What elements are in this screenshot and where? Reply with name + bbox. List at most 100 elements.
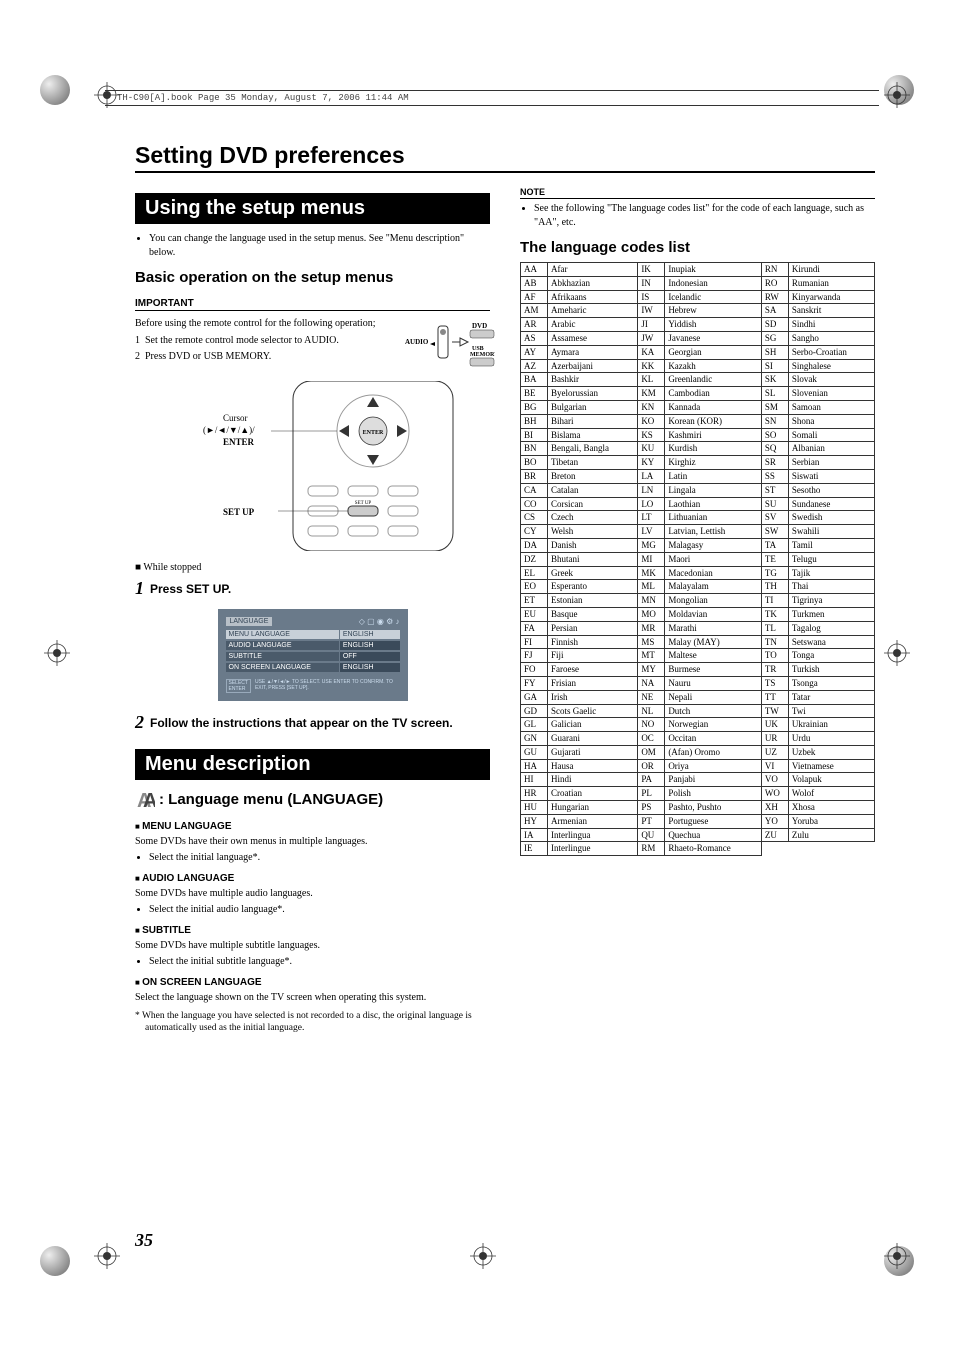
lang-code: BO	[521, 456, 548, 470]
lang-code: TE	[761, 552, 788, 566]
lang-name: Lingala	[665, 483, 762, 497]
lang-code: DZ	[521, 552, 548, 566]
lang-code: BE	[521, 387, 548, 401]
lang-name: Serbian	[788, 456, 874, 470]
registration-dot-icon	[40, 75, 70, 105]
lang-code: NE	[638, 690, 665, 704]
lang-name	[788, 842, 874, 856]
table-row: BABashkirKLGreenlandicSKSlovak	[521, 373, 875, 387]
table-row: DADanishMGMalagasyTATamil	[521, 538, 875, 552]
lang-name: Albanian	[788, 442, 874, 456]
table-row: ARArabicJIYiddishSDSindhi	[521, 318, 875, 332]
lang-name: Samoan	[788, 400, 874, 414]
menu-block-heading: AUDIO LANGUAGE	[135, 873, 490, 884]
lang-code: LT	[638, 511, 665, 525]
lang-code: KM	[638, 387, 665, 401]
lang-code: PA	[638, 773, 665, 787]
lang-code: SI	[761, 359, 788, 373]
lang-name: Tamil	[788, 538, 874, 552]
lang-code: PS	[638, 801, 665, 815]
lang-name: Tagalog	[788, 621, 874, 635]
lang-code: MN	[638, 594, 665, 608]
lang-name: Gujarati	[548, 745, 638, 759]
lang-name: Norwegian	[665, 718, 762, 732]
language-menu-heading: AA : Language menu (LANGUAGE)	[135, 790, 490, 813]
table-row: AYAymaraKAGeorgianSHSerbo-Croatian	[521, 345, 875, 359]
subhead-basic-operation: Basic operation on the setup menus	[135, 269, 490, 286]
lang-name: Nauru	[665, 676, 762, 690]
table-row: COCorsicanLOLaothianSUSundanese	[521, 497, 875, 511]
lang-name: Wolof	[788, 787, 874, 801]
lang-code: RM	[638, 842, 665, 856]
lang-code: CO	[521, 497, 548, 511]
table-row: ELGreekMKMacedonianTGTajik	[521, 566, 875, 580]
lang-code: AY	[521, 345, 548, 359]
lang-name: Corsican	[548, 497, 638, 511]
svg-text:ENTER: ENTER	[223, 437, 255, 447]
lang-name: Slovenian	[788, 387, 874, 401]
lang-name: Tonga	[788, 649, 874, 663]
table-row: BHBihariKOKorean (KOR)SNShona	[521, 414, 875, 428]
lang-code: FA	[521, 621, 548, 635]
lang-name: Greek	[548, 566, 638, 580]
lang-code: RW	[761, 290, 788, 304]
important-intro: Before using the remote control for the …	[135, 317, 392, 331]
table-row: AFAfrikaansISIcelandicRWKinyarwanda	[521, 290, 875, 304]
table-row: GNGuaraniOCOccitanURUrdu	[521, 732, 875, 746]
lang-code	[761, 842, 788, 856]
lang-name: Rhaeto-Romance	[665, 842, 762, 856]
lang-code: PT	[638, 814, 665, 828]
lang-name: Scots Gaelic	[548, 704, 638, 718]
menu-block-bullet: Select the initial subtitle language*.	[149, 955, 490, 969]
menu-block-bullet: Select the initial language*.	[149, 851, 490, 865]
lang-code: UR	[761, 732, 788, 746]
section-menu-description: Menu description	[135, 749, 490, 780]
lang-name: Kinyarwanda	[788, 290, 874, 304]
table-row: ASAssameseJWJavaneseSGSangho	[521, 331, 875, 345]
lang-code: TT	[761, 690, 788, 704]
language-icon: AA	[135, 790, 155, 813]
table-row: HRCroatianPLPolishWOWolof	[521, 787, 875, 801]
lang-name: Nepali	[665, 690, 762, 704]
lang-name: Irish	[548, 690, 638, 704]
page-title: Setting DVD preferences	[135, 142, 875, 173]
lang-code: CS	[521, 511, 548, 525]
lang-name: Telugu	[788, 552, 874, 566]
lang-name: Siswati	[788, 469, 874, 483]
lang-name: Rumanian	[788, 276, 874, 290]
lang-name: Kirghiz	[665, 456, 762, 470]
crop-target-icon	[94, 1243, 120, 1269]
step-2-text: Follow the instructions that appear on t…	[150, 713, 453, 731]
lang-name: Bashkir	[548, 373, 638, 387]
file-path-header: TH-C90[A].book Page 35 Monday, August 7,…	[105, 90, 879, 106]
lang-name: Kashmiri	[665, 428, 762, 442]
table-row: HUHungarianPSPashto, PushtoXHXhosa	[521, 801, 875, 815]
setup-menu-screenshot: LANGUAGE ◇ ▢ ◉ ⚙ ♪ MENU LANGUAGEENGLISHA…	[218, 609, 408, 701]
lang-name: Azerbaijani	[548, 359, 638, 373]
lang-code: OM	[638, 745, 665, 759]
table-row: GDScots GaelicNLDutchTWTwi	[521, 704, 875, 718]
lang-code: QU	[638, 828, 665, 842]
lang-name: Kirundi	[788, 263, 874, 277]
lang-code: SQ	[761, 442, 788, 456]
svg-text:AUDIO: AUDIO	[405, 338, 429, 346]
lang-code: TR	[761, 663, 788, 677]
lang-code: MT	[638, 649, 665, 663]
lang-name: Tigrinya	[788, 594, 874, 608]
menu-block-heading: ON SCREEN LANGUAGE	[135, 977, 490, 988]
lang-name: Frisian	[548, 676, 638, 690]
lang-code: SV	[761, 511, 788, 525]
lang-code: YO	[761, 814, 788, 828]
lang-code: TS	[761, 676, 788, 690]
lang-name: Georgian	[665, 345, 762, 359]
step-1-text: Press SET UP.	[150, 579, 231, 597]
step-1-number: 1	[135, 579, 144, 597]
table-row: FAPersianMRMarathiTLTagalog	[521, 621, 875, 635]
lang-code: EL	[521, 566, 548, 580]
table-row: BRBretonLALatinSSSiswati	[521, 469, 875, 483]
lang-name: Abkhazian	[548, 276, 638, 290]
lang-name: Sanskrit	[788, 304, 874, 318]
lang-code: FJ	[521, 649, 548, 663]
lang-code: TN	[761, 635, 788, 649]
lang-code: VI	[761, 759, 788, 773]
